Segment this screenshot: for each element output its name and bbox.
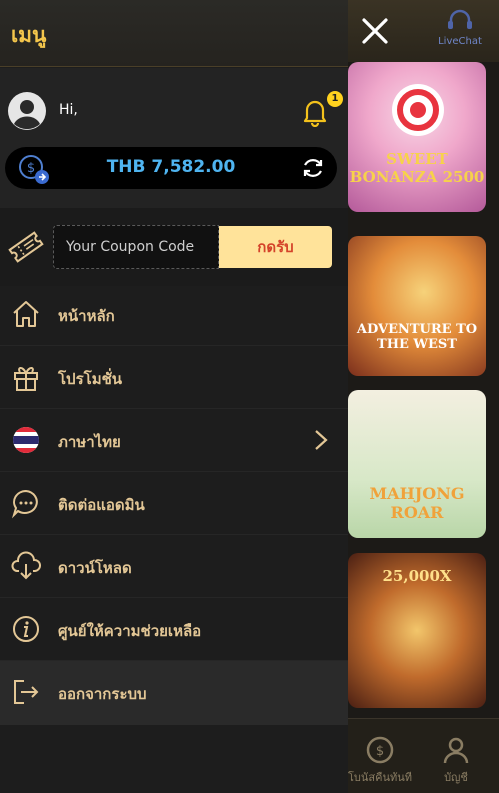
- user-greeting: Hi,: [59, 102, 78, 118]
- avatar[interactable]: [8, 92, 46, 130]
- live-chat-label: LiveChat: [438, 36, 482, 47]
- app-root: LiveChat SWEET BONANZA 2500 ADVENTURE TO…: [0, 0, 499, 793]
- user-avatar-icon: [8, 92, 46, 130]
- menu-item-label: ดาวน์โหลด: [58, 559, 132, 577]
- bottom-nav-label: บัญชี: [444, 771, 468, 784]
- gift-icon: [14, 367, 38, 391]
- side-menu-drawer: เมนู Hi, 1 $ THB 7,582.00 Your Coupon Co…: [0, 0, 348, 793]
- tile-title: MAHJONG ROAR: [369, 484, 465, 522]
- menu-item-language[interactable]: ภาษาไทย: [0, 409, 348, 472]
- tile-title: SWEET BONANZA 2500: [349, 150, 485, 186]
- notification-badge: 1: [327, 91, 343, 107]
- game-tile-sweet-bonanza[interactable]: SWEET BONANZA 2500: [348, 62, 486, 212]
- bottom-nav-label: โบนัสคืนทันที: [347, 771, 413, 784]
- drawer-title: เมนู: [11, 23, 47, 47]
- close-icon: [362, 18, 388, 44]
- game-tile-mahjong[interactable]: MAHJONG ROAR: [348, 390, 486, 538]
- live-chat-button[interactable]: LiveChat: [430, 8, 490, 47]
- menu-item-contact-admin[interactable]: ติดต่อแอดมิน: [0, 472, 348, 535]
- balance-amount: THB 7,582.00: [106, 157, 236, 177]
- menu-item-promotions[interactable]: โปรโมชั่น: [0, 346, 348, 409]
- coupon-section: กดรับ: [0, 208, 348, 286]
- notification-button[interactable]: [301, 97, 329, 128]
- menu-item-label: ออกจากระบบ: [58, 685, 147, 703]
- menu-item-home[interactable]: หน้าหลัก: [0, 283, 348, 346]
- bottom-nav-account[interactable]: บัญชี: [436, 735, 476, 786]
- logout-icon: [14, 680, 39, 704]
- home-icon: [13, 301, 39, 327]
- chat-bubble-icon: [11, 489, 38, 519]
- candy-swirl-icon: [392, 84, 444, 136]
- headset-icon: [448, 9, 472, 29]
- coin-icon: $: [366, 736, 394, 764]
- game-tile-25000x[interactable]: 25,000X: [348, 553, 486, 708]
- game-tile-adventure[interactable]: ADVENTURE TO THE WEST: [348, 236, 486, 376]
- tile-title: 25,000X: [382, 567, 452, 585]
- menu-list: หน้าหลัก โปรโมชั่น ภาษาไทย ติดต่อแอดมิน …: [0, 283, 348, 725]
- redeem-coupon-button[interactable]: กดรับ: [219, 226, 332, 268]
- bottom-nav-bonus[interactable]: $ โบนัสคืนทันที: [340, 735, 420, 786]
- drawer-header: เมนู: [0, 0, 348, 67]
- coupon-code-input[interactable]: [53, 225, 219, 269]
- menu-item-download[interactable]: ดาวน์โหลด: [0, 535, 348, 598]
- tile-title: ADVENTURE TO THE WEST: [356, 322, 478, 352]
- bell-icon: [303, 100, 327, 128]
- menu-item-label: ติดต่อแอดมิน: [58, 496, 145, 514]
- menu-item-label: โปรโมชั่น: [58, 370, 123, 388]
- info-icon: [13, 616, 39, 642]
- person-icon: [443, 737, 469, 764]
- close-menu-button[interactable]: [356, 12, 394, 50]
- svg-text:$: $: [376, 744, 384, 759]
- bottom-nav: $ โบนัสคืนทันที บัญชี: [348, 718, 499, 793]
- refresh-icon[interactable]: [301, 156, 325, 180]
- menu-item-label: ศูนย์ให้ความช่วยเหลือ: [58, 622, 202, 640]
- menu-item-help-center[interactable]: ศูนย์ให้ความช่วยเหลือ: [0, 598, 348, 661]
- chevron-right-icon: [315, 430, 328, 450]
- menu-item-label: หน้าหลัก: [58, 307, 115, 325]
- menu-item-logout[interactable]: ออกจากระบบ: [0, 661, 348, 725]
- thai-flag-icon: [13, 427, 39, 453]
- menu-item-label: ภาษาไทย: [58, 433, 121, 451]
- cloud-download-icon: [11, 551, 41, 580]
- ticket-icon: [8, 231, 44, 263]
- balance-bar: $ THB 7,582.00: [5, 147, 337, 189]
